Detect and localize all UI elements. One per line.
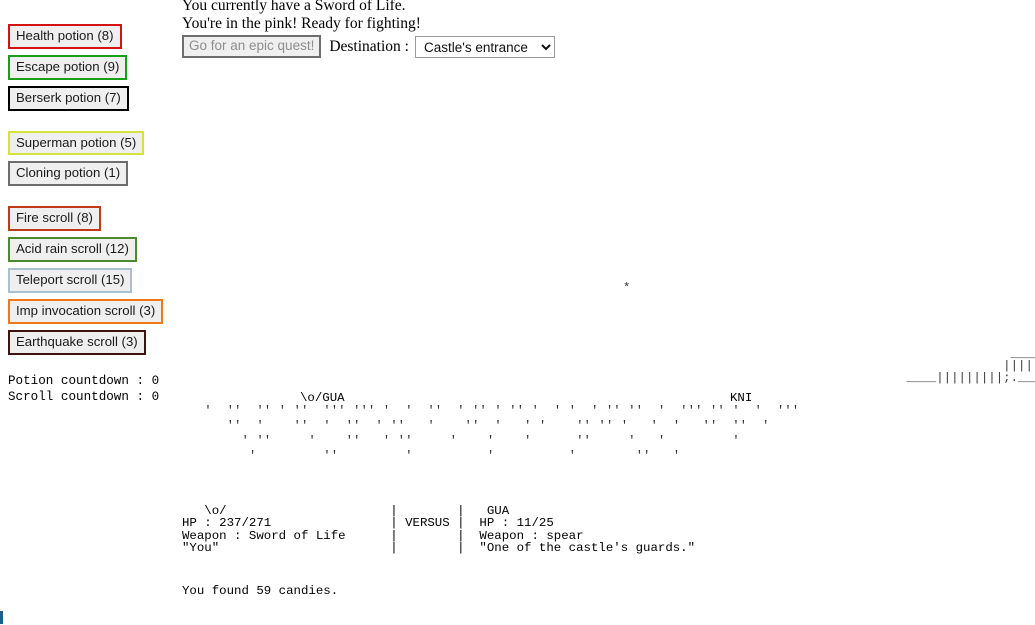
enemy-field-marker: KNI (730, 391, 753, 405)
item-button-superman-potion[interactable]: Superman potion (5) (8, 130, 145, 156)
sparkle-icon: * (623, 281, 631, 295)
item-button-cloning-potion[interactable]: Cloning potion (1) (8, 161, 129, 187)
destination-select[interactable]: Castle's entrance (414, 35, 555, 58)
item-button-imp-invocation-scroll[interactable]: Imp invocation scroll (3) (8, 298, 164, 324)
item-button-acid-rain-scroll[interactable]: Acid rain scroll (12) (8, 237, 137, 263)
item-button-escape-potion[interactable]: Escape potion (9) (8, 54, 128, 80)
story-line-weapon: You currently have a Sword of Life. (182, 0, 406, 14)
item-button-earthquake-scroll[interactable]: Earthquake scroll (3) (8, 329, 146, 355)
item-button-health-potion[interactable]: Health potion (8) (8, 24, 122, 49)
text-cursor (0, 611, 3, 624)
battle-status-block: \o/ | | GUA HP : 237/271 | VERSUS | HP :… (182, 504, 696, 556)
castle-ascii-art: <*/ () |\ ||| || || || || | |`. `. `. `.… (906, 346, 1035, 386)
main-game-area: You currently have a Sword of Life. You'… (182, 0, 1035, 625)
item-button-fire-scroll[interactable]: Fire scroll (8) (8, 206, 101, 232)
item-button-teleport-scroll[interactable]: Teleport scroll (15) (8, 268, 133, 293)
destination-label: Destination : (329, 37, 409, 55)
countdown-readout: Potion countdown : 0 Scroll countdown : … (8, 373, 160, 404)
quest-control-row: Go for an epic quest! Destination : Cast… (182, 35, 555, 59)
item-group-divider-2 (8, 192, 178, 206)
story-line-status: You're in the pink! Ready for fighting! (182, 15, 421, 32)
item-group-divider (8, 117, 178, 131)
item-button-berserk-potion[interactable]: Berserk potion (7) (8, 85, 129, 111)
go-for-epic-quest-button[interactable]: Go for an epic quest! (182, 35, 322, 59)
candies-found-message: You found 59 candies. (182, 584, 339, 598)
ground-ascii-art: ' '' '' ' '' ''' ''' ' ' '' ' '' ' '' ' … (204, 404, 800, 463)
inventory-panel: Health potion (8) Escape potion (9) Bers… (8, 24, 178, 405)
hero-field-marker: \o/GUA (300, 391, 345, 405)
